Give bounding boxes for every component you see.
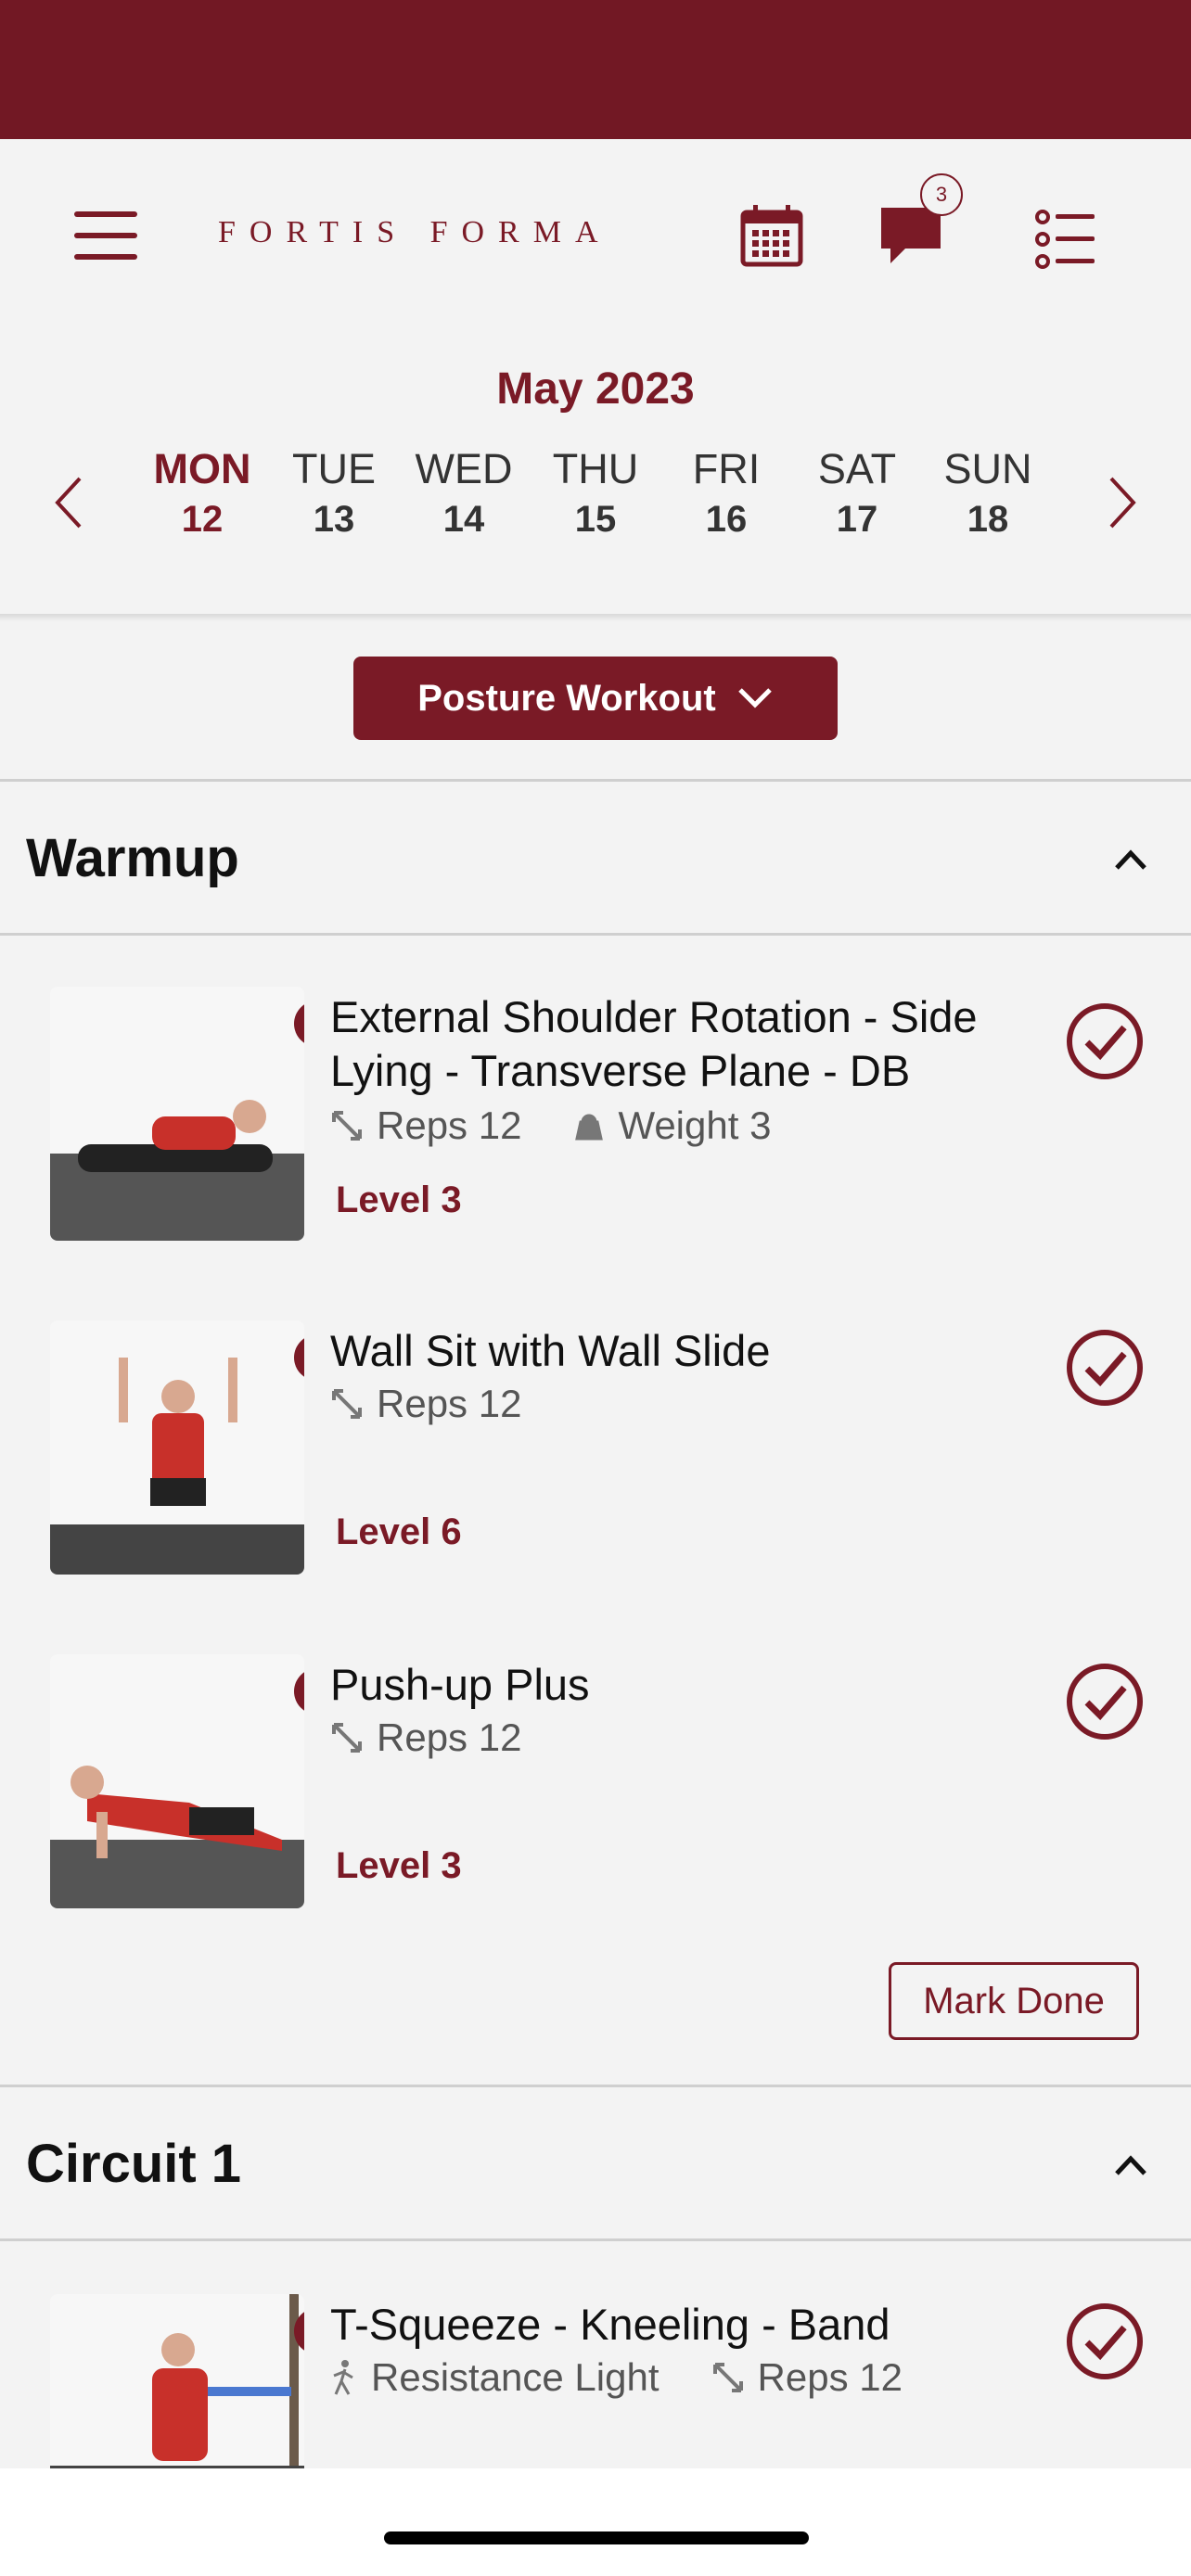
reps-icon (332, 1111, 362, 1141)
day-name: MON (153, 445, 251, 492)
day-date: 16 (705, 499, 748, 540)
workout-select-button[interactable]: Posture Workout (353, 657, 838, 740)
section-divider (0, 2085, 1191, 2087)
exercise-meta: Resistance Light Reps 12 (330, 2355, 903, 2400)
chevron-up-icon[interactable] (1113, 2153, 1148, 2177)
exercise-resistance: Resistance Light (371, 2355, 660, 2399)
play-icon[interactable] (293, 2307, 304, 2355)
section-divider (0, 2238, 1191, 2241)
chevron-up-icon[interactable] (1113, 848, 1148, 872)
checklist-icon[interactable] (1035, 208, 1096, 271)
exercise-meta: Reps 12 (330, 1715, 521, 1760)
hamburger-menu-icon[interactable] (72, 210, 139, 261)
day-date: 15 (574, 499, 617, 540)
status-bar (0, 0, 1191, 139)
check-circle-icon[interactable] (1065, 2302, 1145, 2381)
exercise-thumbnail[interactable] (50, 1320, 304, 1575)
exercise-meta: Reps 12 (330, 1382, 521, 1426)
exercise-reps: Reps 12 (757, 2355, 903, 2399)
day-name: WED (415, 445, 513, 492)
day-date: 18 (967, 499, 1009, 540)
messages-badge: 3 (920, 173, 963, 216)
day-date: 17 (836, 499, 878, 540)
exercise-thumbnail[interactable] (50, 987, 304, 1241)
exercise-row[interactable]: Wall Sit with Wall Slide Reps 12 Level 6 (0, 1320, 1191, 1580)
exercise-meta: Reps 12 Weight 3 (330, 1103, 771, 1148)
calendar-icon[interactable] (740, 204, 803, 267)
day-name: SAT (817, 445, 897, 492)
calendar-month: May 2023 (496, 364, 695, 414)
exercise-level: Level 3 (336, 1180, 462, 1220)
day-date: 12 (181, 499, 224, 540)
day-wed[interactable]: WED 14 (399, 445, 529, 541)
mark-done-button[interactable]: Mark Done (889, 1962, 1139, 2040)
day-name: SUN (943, 445, 1032, 492)
day-name: TUE (292, 445, 376, 492)
reps-icon (332, 1723, 362, 1753)
reps-icon (712, 2363, 743, 2392)
resistance-icon (333, 2360, 353, 2395)
play-icon[interactable] (293, 1667, 304, 1715)
day-name: THU (552, 445, 639, 492)
chevron-down-icon (737, 688, 772, 708)
exercise-image (50, 1320, 304, 1575)
day-fri[interactable]: FRI 16 (661, 445, 791, 541)
section-title-circuit-1: Circuit 1 (26, 2134, 242, 2194)
day-date: 13 (313, 499, 355, 540)
exercise-image (50, 987, 304, 1241)
day-sat[interactable]: SAT 17 (792, 445, 922, 541)
exercise-name: Push-up Plus (330, 1660, 590, 1709)
exercise-row[interactable]: External Shoulder Rotation - Side Lying … (0, 987, 1191, 1246)
home-indicator[interactable] (384, 2531, 809, 2544)
section-divider (0, 779, 1191, 782)
check-circle-icon[interactable] (1065, 1662, 1145, 1741)
day-date: 14 (442, 499, 485, 540)
play-icon[interactable] (293, 1333, 304, 1382)
day-thu[interactable]: THU 15 (531, 445, 660, 541)
exercise-reps: Reps 12 (377, 1103, 522, 1147)
weight-icon (575, 1114, 604, 1141)
exercise-level: Level 6 (336, 1511, 462, 1552)
day-mon[interactable]: MON 12 (137, 445, 267, 541)
exercise-name: External Shoulder Rotation - Side Lying … (330, 992, 978, 1095)
exercise-reps: Reps 12 (377, 1382, 522, 1425)
day-sun[interactable]: SUN 18 (923, 445, 1053, 541)
check-circle-icon[interactable] (1065, 1001, 1145, 1081)
section-title-warmup: Warmup (26, 828, 239, 888)
exercise-thumbnail[interactable] (50, 1654, 304, 1908)
exercise-name: T-Squeeze - Kneeling - Band (330, 2300, 890, 2349)
exercise-weight: Weight 3 (618, 1103, 772, 1147)
check-circle-icon[interactable] (1065, 1328, 1145, 1408)
exercise-name: Wall Sit with Wall Slide (330, 1326, 771, 1375)
exercise-row[interactable]: Push-up Plus Reps 12 Level 3 (0, 1654, 1191, 1914)
section-divider (0, 933, 1191, 936)
exercise-image (50, 1654, 304, 1908)
day-tue[interactable]: TUE 13 (269, 445, 399, 541)
home-indicator-area (0, 2468, 1191, 2576)
play-icon[interactable] (293, 1000, 304, 1048)
workout-select-label: Posture Workout (417, 677, 716, 719)
exercise-level: Level 3 (336, 1845, 462, 1886)
header-shadow (0, 614, 1191, 621)
week-strip: MON 12 TUE 13 WED 14 THU 15 FRI 16 SAT 1… (0, 445, 1191, 556)
reps-icon (332, 1389, 362, 1419)
day-name: FRI (692, 445, 761, 492)
exercise-reps: Reps 12 (377, 1715, 522, 1759)
brand-logo: FORTIS FORMA (218, 215, 612, 249)
